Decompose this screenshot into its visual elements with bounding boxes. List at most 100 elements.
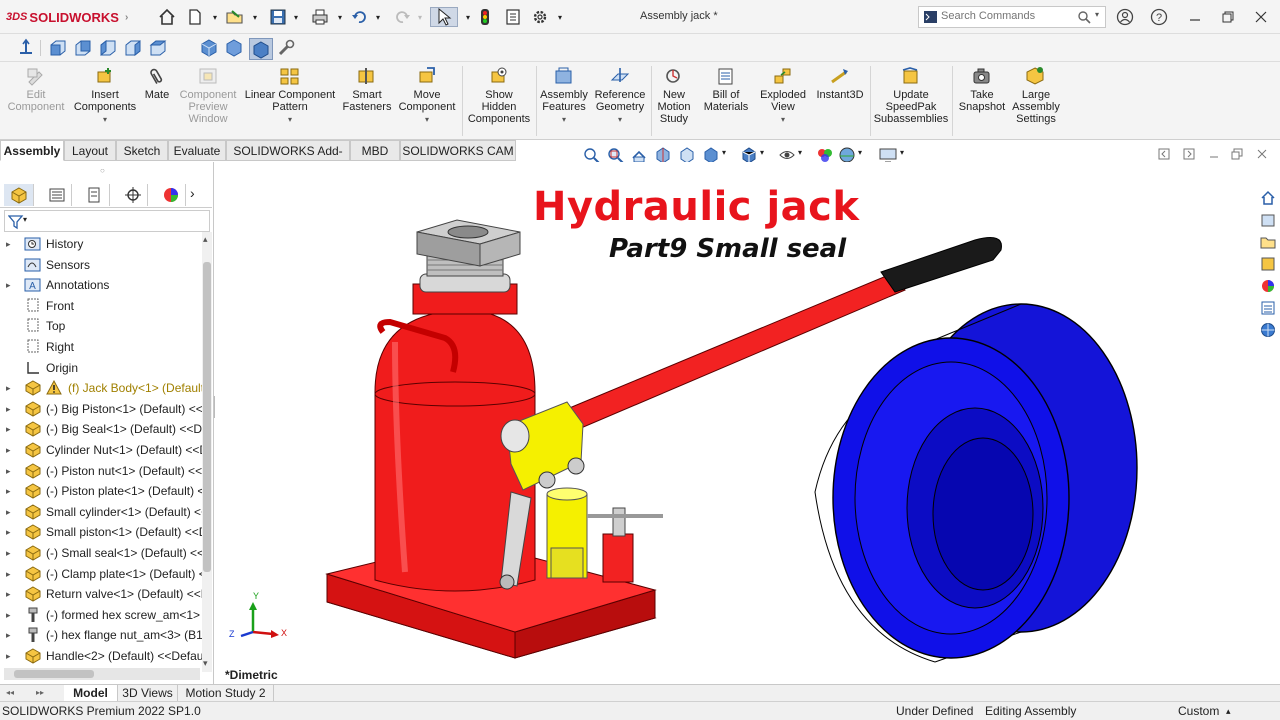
minimize-button[interactable] [1185, 7, 1205, 27]
display-style-dropdown-icon[interactable]: ▾ [760, 148, 764, 157]
save-button[interactable] [268, 7, 288, 27]
tree-item[interactable]: Sensors [0, 255, 202, 275]
tab-assembly[interactable]: Assembly [0, 140, 64, 161]
back-view-button[interactable] [73, 38, 93, 61]
tree-item[interactable]: ▸ A Annotations [0, 275, 202, 295]
tree-expand-icon[interactable]: ▸ [6, 564, 11, 584]
take-snapshot-button[interactable]: Take Snapshot [954, 66, 1010, 113]
tree-expand-icon[interactable]: ▸ [6, 625, 11, 645]
rebuild-button[interactable] [475, 7, 495, 27]
panel-grip-icon[interactable]: ○ [100, 166, 105, 175]
tree-item[interactable]: ▸ (-) Big Piston<1> (Default) <<D [0, 399, 202, 419]
tree-expand-icon[interactable]: ▸ [6, 440, 11, 460]
tree-expand-icon[interactable]: ▸ [6, 522, 11, 542]
tree-item[interactable]: Front [0, 296, 202, 316]
tree-item[interactable]: ▸ (-) Small seal<1> (Default) <<D [0, 543, 202, 563]
update-speedpak-button[interactable]: Update SpeedPak Subassemblies [872, 66, 950, 125]
open-dropdown-chevron-icon[interactable]: ▾ [245, 7, 265, 27]
tree-item[interactable]: ▸ (-) formed hex screw_am<1> ( [0, 605, 202, 625]
solidworks-forum-tab[interactable] [1257, 320, 1278, 340]
new-motion-study-button[interactable]: New Motion Study [653, 66, 695, 125]
tab-dimxpert-manager[interactable] [118, 184, 148, 206]
solidworks-resources-tab[interactable] [1257, 188, 1278, 208]
tree-item[interactable]: Origin [0, 358, 202, 378]
view-orientation-dropdown-icon[interactable]: ▾ [722, 148, 726, 157]
options-dropdown-chevron-icon[interactable]: ▾ [550, 7, 570, 27]
tree-item[interactable]: ▸ (f) Jack Body<1> (Default) [0, 378, 202, 398]
file-properties-button[interactable] [503, 7, 523, 27]
component-preview-window-button[interactable]: Component Preview Window [174, 66, 242, 125]
search-commands-box[interactable]: ▾ [918, 6, 1106, 28]
exploded-view-dropdown-icon[interactable]: ▾ [756, 114, 810, 126]
tab-3d-views[interactable]: 3D Views [118, 685, 178, 701]
close-button[interactable] [1251, 7, 1271, 27]
tab-add-ins[interactable]: SOLIDWORKS Add-Ins [226, 140, 350, 179]
tree-item[interactable]: ▸ History [0, 234, 202, 254]
tree-item[interactable]: ▸ Return valve<1> (Default) <<D [0, 584, 202, 604]
design-library-tab[interactable] [1257, 210, 1278, 230]
move-component-button[interactable]: Move Component ▾ [396, 66, 458, 126]
account-button[interactable] [1115, 7, 1135, 27]
tree-item[interactable]: ▸ (-) Piston plate<1> (Default) < [0, 481, 202, 501]
tree-expand-icon[interactable]: ▸ [6, 275, 11, 295]
tab-configuration-manager[interactable] [80, 184, 110, 206]
new-dropdown-chevron-icon[interactable]: ▾ [205, 7, 225, 27]
tab-display-manager[interactable] [156, 184, 186, 206]
tree-item[interactable]: ▸ (-) Big Seal<1> (Default) <<De [0, 419, 202, 439]
tree-item[interactable]: ▸ (-) Clamp plate<1> (Default) < [0, 564, 202, 584]
graphics-minimize-icon[interactable] [1208, 148, 1220, 160]
save-dropdown-chevron-icon[interactable]: ▾ [286, 7, 306, 27]
tab-model[interactable]: Model [64, 685, 118, 701]
show-hidden-components-button[interactable]: Show Hidden Components [466, 66, 532, 125]
next-pane-icon[interactable] [1183, 148, 1195, 160]
tab-cam[interactable]: SOLIDWORKS CAM [400, 140, 516, 161]
undo-dropdown-chevron-icon[interactable]: ▾ [368, 7, 388, 27]
search-dropdown-chevron-icon[interactable]: ▾ [1095, 10, 1099, 19]
tree-item[interactable]: Top [0, 316, 202, 336]
tree-expand-icon[interactable]: ▸ [6, 419, 11, 439]
mate-button[interactable]: Mate [142, 66, 172, 101]
graphics-restore-icon[interactable] [1231, 148, 1243, 160]
scroll-up-icon[interactable]: ▴ [203, 234, 208, 245]
smart-fasteners-button[interactable]: Smart Fasteners [340, 66, 394, 113]
solidworks-logo[interactable]: 3DS SOLIDWORKS › [6, 8, 128, 26]
tab-layout[interactable]: Layout [64, 140, 116, 161]
undo-button[interactable] [350, 7, 370, 27]
tabs-scroll-left-icon[interactable]: ◂◂ [6, 688, 14, 697]
redo-dropdown-chevron-icon[interactable]: ▾ [410, 7, 430, 27]
tree-item[interactable]: ▸ Handle<2> (Default) <<Defaul [0, 646, 202, 664]
search-input[interactable] [941, 10, 1071, 22]
new-document-button[interactable] [185, 7, 205, 27]
linear-component-pattern-button[interactable]: Linear Component Pattern ▾ [244, 66, 336, 126]
normal-to-button[interactable] [16, 38, 36, 61]
tree-scrollbar[interactable]: ▴ ▾ [202, 232, 212, 672]
front-view-button[interactable] [48, 38, 68, 61]
open-button[interactable] [225, 7, 245, 27]
graphics-area[interactable]: Y X Z Hydraulic jack Part9 Small seal *D… [215, 162, 1255, 684]
tab-mbd[interactable]: MBD [350, 140, 400, 161]
filter-dropdown-icon[interactable]: ▾ [23, 215, 27, 224]
move-component-dropdown-icon[interactable]: ▾ [396, 114, 458, 126]
restore-button[interactable] [1218, 7, 1238, 27]
instant3d-button[interactable]: Instant3D [814, 66, 866, 101]
right-view-button[interactable] [123, 38, 143, 61]
tabs-scroll-right-icon[interactable]: ▸▸ [36, 688, 44, 697]
top-view-button[interactable] [148, 38, 168, 61]
scroll-down-icon[interactable]: ▾ [203, 658, 208, 669]
previous-pane-icon[interactable] [1158, 148, 1170, 160]
file-explorer-tab[interactable] [1257, 232, 1278, 252]
tree-expand-icon[interactable]: ▸ [6, 543, 11, 563]
redo-button[interactable] [392, 7, 412, 27]
tab-feature-manager[interactable] [4, 184, 34, 206]
select-button[interactable] [430, 7, 458, 27]
tree-expand-icon[interactable]: ▸ [6, 646, 11, 664]
insert-components-dropdown-icon[interactable]: ▾ [68, 114, 142, 126]
assembly-features-button[interactable]: Assembly Features ▾ [538, 66, 590, 126]
tree-expand-icon[interactable]: ▸ [6, 584, 11, 604]
tab-sketch[interactable]: Sketch [116, 140, 168, 161]
large-assembly-settings-button[interactable]: Large Assembly Settings [1010, 66, 1062, 125]
home-button[interactable] [157, 7, 177, 27]
tree-item[interactable]: ▸ Cylinder Nut<1> (Default) <<D [0, 440, 202, 460]
print-button[interactable] [310, 7, 330, 27]
tree-expand-icon[interactable]: ▸ [6, 502, 11, 522]
